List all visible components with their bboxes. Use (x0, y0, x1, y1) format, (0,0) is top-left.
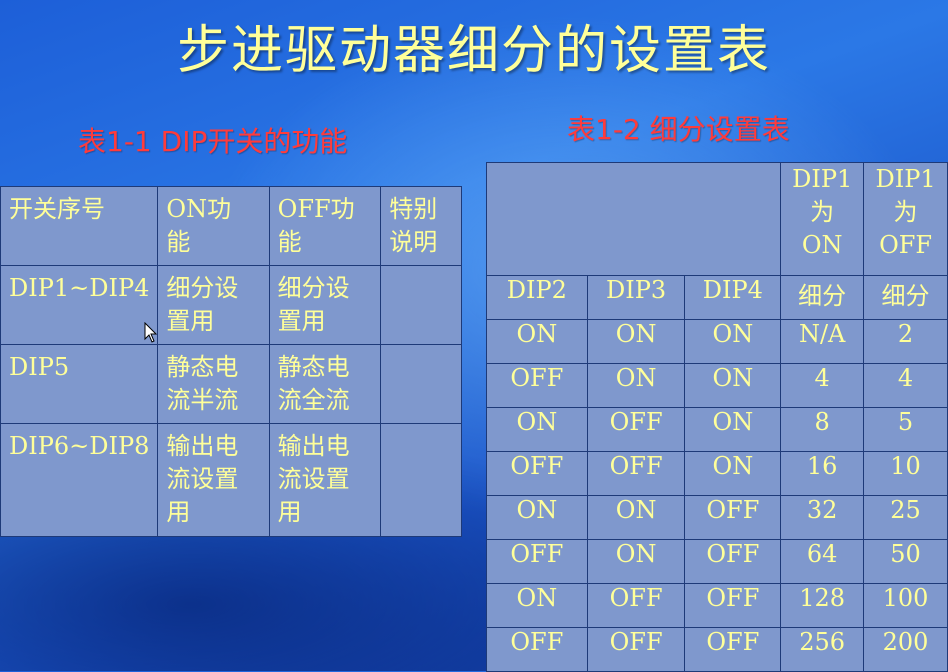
table-row: ON ON ON N/A 2 (486, 319, 948, 364)
switch-cell: DIP1~DIP4 (0, 265, 159, 345)
header-off-function: OFF功 能 (268, 186, 382, 266)
table-cell: 32 (780, 495, 865, 540)
switch-cell: DIP6~DIP8 (0, 423, 159, 537)
switch-cell: DIP5 (0, 344, 159, 424)
table-cell: ON (586, 363, 686, 408)
table-cell: OFF (486, 363, 588, 408)
header-dip2: DIP2 (486, 275, 588, 320)
header-dip1-off: DIP1 为 OFF (863, 162, 948, 276)
off-function-cell: 输出电 流设置 用 (268, 423, 382, 537)
table-cell: 10 (863, 451, 948, 496)
note-cell (380, 265, 462, 345)
table-row: ON OFF ON 8 5 (486, 407, 948, 452)
table-cell: ON (486, 495, 588, 540)
table-cell: OFF (486, 539, 588, 584)
table-row: OFF OFF ON 16 10 (486, 451, 948, 496)
table-cell: 128 (780, 583, 865, 628)
table-cell: ON (684, 451, 782, 496)
table-cell: OFF (586, 407, 686, 452)
slide-title: 步进驱动器细分的设置表 (176, 21, 771, 81)
table-cell: OFF (486, 627, 588, 672)
table-cell: 4 (780, 363, 865, 408)
header-dip4: DIP4 (684, 275, 782, 320)
header-on-function: ON功 能 (157, 186, 270, 266)
on-function-cell: 输出电 流设置 用 (157, 423, 270, 537)
table-row: OFF OFF OFF 256 200 (486, 627, 948, 672)
table-cell: 5 (863, 407, 948, 452)
on-function-cell: 静态电 流半流 (157, 344, 270, 424)
header-dip1-on: DIP1 为 ON (780, 162, 865, 276)
off-function-cell: 静态电 流全流 (268, 344, 382, 424)
header-microstep-on: 细分 (780, 275, 865, 320)
table-cell: OFF (486, 451, 588, 496)
off-function-cell: 细分设 置用 (268, 265, 382, 345)
table-cell: ON (486, 583, 588, 628)
table-row: OFF ON OFF 64 50 (486, 539, 948, 584)
table-cell: 64 (780, 539, 865, 584)
table-header-row: 开关序号 ON功 能 OFF功 能 特别 说明 (0, 186, 462, 266)
table-row: DIP1~DIP4 细分设 置用 细分设 置用 (0, 265, 462, 345)
table-cell: OFF (586, 451, 686, 496)
note-cell (380, 423, 462, 537)
table-cell: 200 (863, 627, 948, 672)
header-switch-number: 开关序号 (0, 186, 159, 266)
table-cell: ON (684, 363, 782, 408)
table-cell: N/A (780, 319, 865, 364)
table-row: ON OFF OFF 128 100 (486, 583, 948, 628)
table-cell: OFF (684, 495, 782, 540)
table-row: ON ON OFF 32 25 (486, 495, 948, 540)
table-cell: 4 (863, 363, 948, 408)
right-table-caption: 表1-2 细分设置表 (567, 113, 790, 146)
table-cell: OFF (684, 627, 782, 672)
table-cell: 2 (863, 319, 948, 364)
table-cell: 256 (780, 627, 865, 672)
on-function-cell: 细分设 置用 (157, 265, 270, 345)
table-cell: ON (684, 319, 782, 364)
mouse-pointer-icon (144, 322, 158, 343)
column-header-row: DIP2 DIP3 DIP4 细分 细分 (486, 275, 948, 320)
microstep-setting-table: DIP1 为 ON DIP1 为 OFF DIP2 DIP3 DIP4 细分 细… (485, 162, 948, 672)
table-cell: OFF (684, 539, 782, 584)
table-cell: 50 (863, 539, 948, 584)
table-cell: 100 (863, 583, 948, 628)
table-cell: OFF (586, 627, 686, 672)
table-cell: ON (586, 495, 686, 540)
header-dip3: DIP3 (586, 275, 686, 320)
table-cell: 25 (863, 495, 948, 540)
note-cell (380, 344, 462, 424)
table-cell: ON (684, 407, 782, 452)
table-cell: 8 (780, 407, 865, 452)
dip1-header-row: DIP1 为 ON DIP1 为 OFF (485, 162, 948, 276)
table-row: DIP5 静态电 流半流 静态电 流全流 (0, 344, 462, 424)
blank-header-cell (485, 162, 782, 276)
table-cell: OFF (684, 583, 782, 628)
table-row: DIP6~DIP8 输出电 流设置 用 输出电 流设置 用 (0, 423, 462, 537)
table-cell: OFF (586, 583, 686, 628)
header-special-note: 特别 说明 (380, 186, 462, 266)
dip-function-table: 开关序号 ON功 能 OFF功 能 特别 说明 DIP1~DIP4 细分设 置用… (0, 186, 462, 537)
table-cell: ON (586, 319, 686, 364)
table-row: OFF ON ON 4 4 (486, 363, 948, 408)
table-cell: ON (486, 319, 588, 364)
header-microstep-off: 细分 (863, 275, 948, 320)
left-table-caption: 表1-1 DIP开关的功能 (78, 125, 348, 158)
table-cell: ON (486, 407, 588, 452)
table-cell: 16 (780, 451, 865, 496)
table-cell: ON (586, 539, 686, 584)
